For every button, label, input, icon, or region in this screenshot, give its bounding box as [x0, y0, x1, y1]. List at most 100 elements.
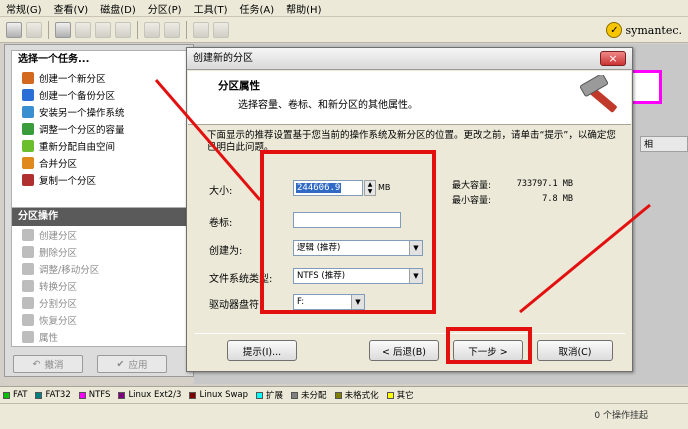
- partition-op-icon: [22, 296, 34, 309]
- menu-help[interactable]: 帮助(H): [280, 1, 327, 16]
- toolbar-separator: [186, 20, 187, 39]
- partition-op-item[interactable]: 属性: [12, 328, 186, 345]
- legend-label: 未分配: [301, 391, 327, 401]
- partition-op-icon: [22, 228, 34, 241]
- properties-icon[interactable]: [164, 21, 180, 38]
- legend-swatch: [334, 391, 342, 399]
- task-label: 安装另一个操作系统: [39, 107, 125, 119]
- symantec-logo: ✓ symantec.: [606, 20, 682, 40]
- convert-partition-icon[interactable]: [115, 21, 131, 38]
- task-item[interactable]: 调整一个分区的容量: [12, 120, 186, 137]
- partition-op-icon: [22, 245, 34, 258]
- menu-view[interactable]: 查看(V): [48, 1, 95, 16]
- legend-label: FAT32: [45, 390, 71, 400]
- legend-label: FAT: [13, 390, 28, 400]
- legend-label: NTFS: [88, 390, 111, 400]
- legend-swatch: [291, 391, 299, 399]
- task-item[interactable]: 创建一个新分区: [12, 69, 186, 86]
- partition-op-label: 转换分区: [39, 281, 78, 293]
- legend-label: 扩展: [266, 391, 284, 401]
- undo-button[interactable]: ↶ 撤消: [13, 355, 83, 373]
- legend-item: 未格式化: [334, 389, 379, 401]
- partition-op-label: 删除分区: [39, 247, 78, 259]
- partition-op-icon: [22, 313, 34, 326]
- task-item[interactable]: 安装另一个操作系统: [12, 103, 186, 120]
- legend-item: 未分配: [291, 389, 327, 401]
- ntfs-partition-block[interactable]: [630, 70, 662, 104]
- partition-op-label: 调整/移动分区: [39, 264, 100, 276]
- create-partition-icon[interactable]: [55, 21, 71, 38]
- legend-item: NTFS: [78, 390, 111, 400]
- partition-op-item[interactable]: 分割分区: [12, 294, 186, 311]
- partition-op-icon: [22, 330, 34, 343]
- partition-op-item[interactable]: 恢复分区: [12, 311, 186, 328]
- legend-swatch: [3, 391, 10, 399]
- legend-label: Linux Swap: [199, 390, 249, 400]
- left-panel: 选择一个任务... 创建一个新分区 创建一个备份分区 安装另一个操作系统 调整一个分区…: [4, 44, 194, 377]
- menu-tools[interactable]: 工具(T): [188, 1, 234, 16]
- task-label: 创建一个新分区: [39, 73, 106, 85]
- task-icon: [22, 122, 34, 135]
- legend-item: FAT32: [35, 390, 71, 400]
- back-button[interactable]: < 后退(B): [369, 340, 439, 361]
- drive-letter-label: 驱动器盘符:: [209, 300, 263, 311]
- task-label: 合并分区: [39, 158, 78, 170]
- back-icon[interactable]: [6, 21, 22, 38]
- partition-op-label: 创建分区: [39, 230, 78, 242]
- hint-button[interactable]: 提示(I)...: [227, 340, 297, 361]
- partition-op-item[interactable]: 转换分区: [12, 277, 186, 294]
- split-partition-icon[interactable]: [144, 21, 160, 38]
- dialog-header: 分区属性 选择容量、卷标、和新分区的其他属性。: [188, 71, 631, 125]
- task-item[interactable]: 创建一个备份分区: [12, 86, 186, 103]
- legend-swatch: [256, 391, 264, 399]
- legend-item: Linux Ext2/3: [118, 390, 181, 400]
- task-item[interactable]: 复制一个分区: [12, 171, 186, 188]
- partition-op-icon: [22, 262, 34, 275]
- legend-item: 扩展: [256, 389, 283, 401]
- legend-swatch: [189, 391, 197, 399]
- menu-tasks[interactable]: 任务(A): [234, 1, 281, 16]
- max-size-label: 最大容量:: [452, 181, 492, 191]
- apply-icon[interactable]: [213, 21, 229, 38]
- menu-disk[interactable]: 磁盘(D): [94, 1, 142, 16]
- delete-partition-icon[interactable]: [75, 21, 91, 38]
- volume-label-label: 卷标:: [209, 218, 233, 229]
- partition-op-label: 属性: [39, 332, 59, 344]
- task-icon: [22, 105, 34, 118]
- partition-op-item[interactable]: 调整/移动分区: [12, 260, 186, 277]
- min-size-label: 最小容量:: [452, 196, 492, 206]
- legend-item: 其它: [386, 389, 414, 401]
- task-icon: [22, 88, 34, 101]
- partition-op-item[interactable]: 删除分区: [12, 243, 186, 260]
- apply-button[interactable]: ✔ 应用: [97, 355, 167, 373]
- brand-name: symantec.: [625, 23, 682, 37]
- undo-label: 撤消: [44, 360, 64, 371]
- dialog-close-button[interactable]: ×: [600, 51, 626, 66]
- legend-label: 其它: [396, 391, 414, 401]
- forward-icon[interactable]: [26, 21, 42, 38]
- partition-ops-header: 分区操作: [12, 208, 186, 226]
- status-bar: 0 个操作挂起: [0, 403, 688, 429]
- dialog-title: 创建新的分区: [187, 48, 632, 70]
- task-label: 重新分配自由空间: [39, 141, 116, 153]
- column-header-fragment: 相: [640, 136, 688, 152]
- task-label: 复制一个分区: [39, 175, 97, 187]
- menu-partition[interactable]: 分区(P): [142, 1, 188, 16]
- dialog-header-subtitle: 选择容量、卷标、和新分区的其他属性。: [238, 100, 418, 111]
- cancel-button[interactable]: 取消(C): [537, 340, 613, 361]
- dialog-separator: [195, 333, 625, 334]
- task-item[interactable]: 重新分配自由空间: [12, 137, 186, 154]
- task-item[interactable]: 合并分区: [12, 154, 186, 171]
- hammer-icon: [579, 75, 617, 113]
- partition-op-item[interactable]: 创建分区: [12, 226, 186, 243]
- partition-type-legend: FAT FAT32 NTFS Linux Ext2/3 Linux Swap 扩展 未分配 未…: [0, 386, 688, 403]
- legend-swatch: [118, 391, 126, 399]
- resize-partition-icon[interactable]: [95, 21, 111, 38]
- annotation-box-form-fields: [260, 150, 436, 314]
- legend-item: FAT: [3, 390, 27, 400]
- partition-op-label: 分割分区: [39, 298, 78, 310]
- legend-swatch: [35, 391, 43, 399]
- undo-icon[interactable]: [193, 21, 209, 38]
- menu-general[interactable]: 常规(G): [0, 1, 48, 16]
- task-box: 选择一个任务... 创建一个新分区 创建一个备份分区 安装另一个操作系统 调整一个分区…: [11, 50, 187, 208]
